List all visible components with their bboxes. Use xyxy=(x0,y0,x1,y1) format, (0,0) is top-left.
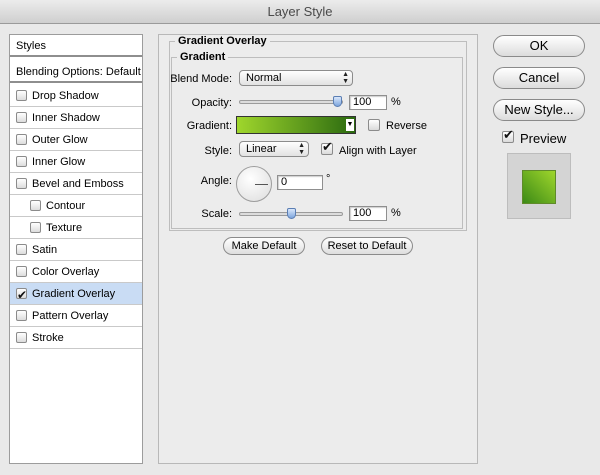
gradient-group-title: Gradient xyxy=(177,51,229,63)
sidebar-item-outer-glow[interactable]: Outer Glow xyxy=(10,129,142,151)
preview-label: Preview xyxy=(520,131,567,146)
cancel-button[interactable]: Cancel xyxy=(493,67,585,89)
sidebar-item-inner-glow[interactable]: Inner Glow xyxy=(10,151,142,173)
blending-options-item[interactable]: Blending Options: Default xyxy=(10,61,142,83)
angle-label: Angle: xyxy=(200,175,232,187)
reverse-checkbox[interactable] xyxy=(368,119,380,131)
sidebar-item-drop-shadow[interactable]: Drop Shadow xyxy=(10,85,142,107)
preview-swatch xyxy=(522,170,556,204)
opacity-slider[interactable] xyxy=(239,96,343,107)
reset-to-default-button[interactable]: Reset to Default xyxy=(321,237,413,255)
satin-checkbox[interactable] xyxy=(16,244,27,255)
preview-box xyxy=(507,153,571,219)
blend-mode-label: Blend Mode: xyxy=(170,73,232,85)
new-style-button[interactable]: New Style... xyxy=(493,99,585,121)
window-titlebar: Layer Style xyxy=(0,0,600,24)
sidebar-item-inner-shadow[interactable]: Inner Shadow xyxy=(10,107,142,129)
make-default-button[interactable]: Make Default xyxy=(223,237,305,255)
preview-checkbox[interactable] xyxy=(502,127,514,143)
sidebar-item-pattern-overlay[interactable]: Pattern Overlay xyxy=(10,305,142,327)
align-with-layer-label: Align with Layer xyxy=(339,145,417,157)
scale-input[interactable]: 100 xyxy=(349,206,387,221)
texture-checkbox[interactable] xyxy=(30,222,41,233)
ok-button[interactable]: OK xyxy=(493,35,585,57)
drop-shadow-checkbox[interactable] xyxy=(16,90,27,101)
scale-slider-thumb[interactable] xyxy=(287,208,296,219)
panel-title: Gradient Overlay xyxy=(175,35,270,47)
contour-checkbox[interactable] xyxy=(30,200,41,211)
angle-input[interactable]: 0 xyxy=(277,175,323,190)
bevel-emboss-checkbox[interactable] xyxy=(16,178,27,189)
inner-glow-checkbox[interactable] xyxy=(16,156,27,167)
select-arrows-icon: ▲ ▼ xyxy=(342,71,349,85)
scale-slider[interactable] xyxy=(239,208,343,219)
gradient-label: Gradient: xyxy=(186,120,232,132)
stroke-checkbox[interactable] xyxy=(16,332,27,343)
inner-shadow-checkbox[interactable] xyxy=(16,112,27,123)
gradient-overlay-checkbox[interactable] xyxy=(16,284,27,306)
sidebar-item-contour[interactable]: Contour xyxy=(10,195,142,217)
window-title: Layer Style xyxy=(267,4,333,19)
outer-glow-checkbox[interactable] xyxy=(16,134,27,145)
styles-list: Styles Blending Options: Default Drop Sh… xyxy=(9,34,143,464)
sidebar-item-bevel-emboss[interactable]: Bevel and Emboss xyxy=(10,173,142,195)
scale-unit: % xyxy=(391,207,401,219)
align-with-layer-checkbox[interactable] xyxy=(321,139,333,155)
sidebar-item-satin[interactable]: Satin xyxy=(10,239,142,261)
opacity-unit: % xyxy=(391,96,401,108)
color-overlay-checkbox[interactable] xyxy=(16,266,27,277)
sidebar-item-texture[interactable]: Texture xyxy=(10,217,142,239)
sidebar-item-stroke[interactable]: Stroke xyxy=(10,327,142,349)
style-select[interactable]: Linear ▲ ▼ xyxy=(239,141,309,157)
styles-header[interactable]: Styles xyxy=(10,35,142,57)
opacity-label: Opacity: xyxy=(191,97,232,109)
scale-label: Scale: xyxy=(201,208,232,220)
gradient-picker[interactable]: ▼ xyxy=(236,116,356,134)
angle-dial[interactable] xyxy=(236,166,272,202)
select-arrows-icon: ▲ ▼ xyxy=(298,142,305,156)
gradient-dropdown-arrow-icon[interactable]: ▼ xyxy=(346,119,354,131)
opacity-input[interactable]: 100 xyxy=(349,95,387,110)
sidebar-item-gradient-overlay[interactable]: Gradient Overlay xyxy=(10,283,142,306)
style-label: Style: xyxy=(204,145,232,157)
opacity-slider-thumb[interactable] xyxy=(333,96,342,107)
gradient-overlay-panel: Gradient Overlay Gradient Blend Mode: No… xyxy=(158,34,478,464)
reverse-label: Reverse xyxy=(386,120,427,132)
angle-unit: ° xyxy=(326,173,331,185)
sidebar-item-color-overlay[interactable]: Color Overlay xyxy=(10,261,142,283)
blend-mode-select[interactable]: Normal ▲ ▼ xyxy=(239,70,353,86)
pattern-overlay-checkbox[interactable] xyxy=(16,310,27,321)
